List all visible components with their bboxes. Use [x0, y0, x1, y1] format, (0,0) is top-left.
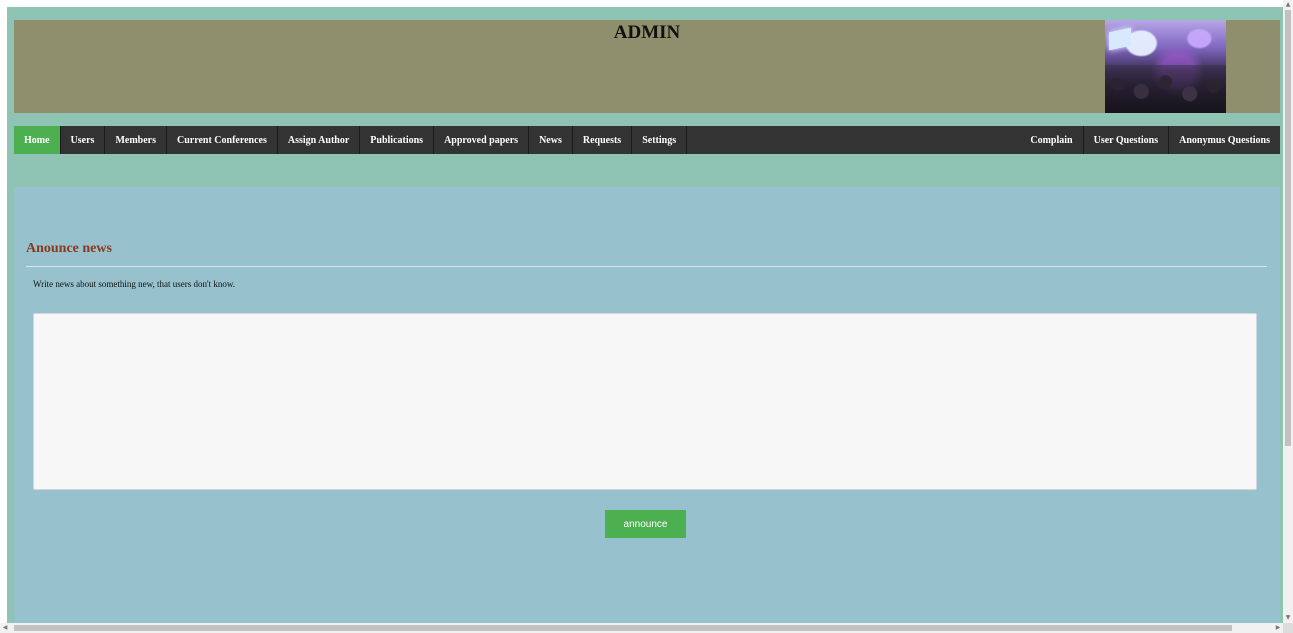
nav-item-anonymus-questions[interactable]: Anonymus Questions: [1168, 126, 1280, 154]
nav-item-complain[interactable]: Complain: [1020, 126, 1082, 154]
vertical-scrollbar[interactable]: ▲ ▼: [1283, 0, 1293, 623]
horizontal-scrollbar[interactable]: ◀ ▶: [0, 623, 1283, 633]
nav-item-current-conferences[interactable]: Current Conferences: [167, 126, 278, 154]
news-panel: Anounce news Write news about something …: [14, 187, 1280, 623]
header-title: ADMIN: [613, 22, 681, 43]
vertical-scroll-thumb[interactable]: [1285, 10, 1291, 446]
nav-right-group: Complain User Questions Anonymus Questio…: [1020, 126, 1280, 154]
conference-photo-icon: [1105, 20, 1226, 113]
nav-left-group: Home Users Members Current Conferences A…: [14, 126, 688, 154]
news-textarea[interactable]: [33, 313, 1257, 490]
announce-button[interactable]: announce: [605, 510, 686, 538]
scroll-corner: [1283, 623, 1293, 633]
page-viewport: ADMIN Home Users Members Current Confere…: [0, 0, 1283, 623]
nav-item-approved-papers[interactable]: Approved papers: [434, 126, 530, 154]
horizontal-scroll-thumb[interactable]: [14, 625, 1232, 631]
nav-item-members[interactable]: Members: [105, 126, 167, 154]
nav-item-users[interactable]: Users: [61, 126, 106, 154]
scroll-up-icon[interactable]: ▲: [1283, 0, 1293, 10]
section-heading: Anounce news: [26, 241, 112, 256]
section-divider: [26, 266, 1267, 267]
nav-item-publications[interactable]: Publications: [360, 126, 435, 154]
site-header: ADMIN: [14, 20, 1280, 113]
nav-item-news[interactable]: News: [529, 126, 573, 154]
nav-item-requests[interactable]: Requests: [573, 126, 633, 154]
nav-item-assign-author[interactable]: Assign Author: [278, 126, 361, 154]
scroll-down-icon[interactable]: ▼: [1283, 613, 1293, 623]
nav-item-settings[interactable]: Settings: [632, 126, 688, 154]
nav-item-user-questions[interactable]: User Questions: [1082, 126, 1169, 154]
scroll-left-icon[interactable]: ◀: [0, 623, 10, 633]
top-edge: [0, 0, 1283, 7]
nav-item-home[interactable]: Home: [14, 126, 61, 154]
main-navbar: Home Users Members Current Conferences A…: [14, 126, 1280, 154]
left-edge: [0, 7, 7, 623]
section-description: Write news about something new, that use…: [33, 279, 236, 289]
scroll-right-icon[interactable]: ▶: [1273, 623, 1283, 633]
